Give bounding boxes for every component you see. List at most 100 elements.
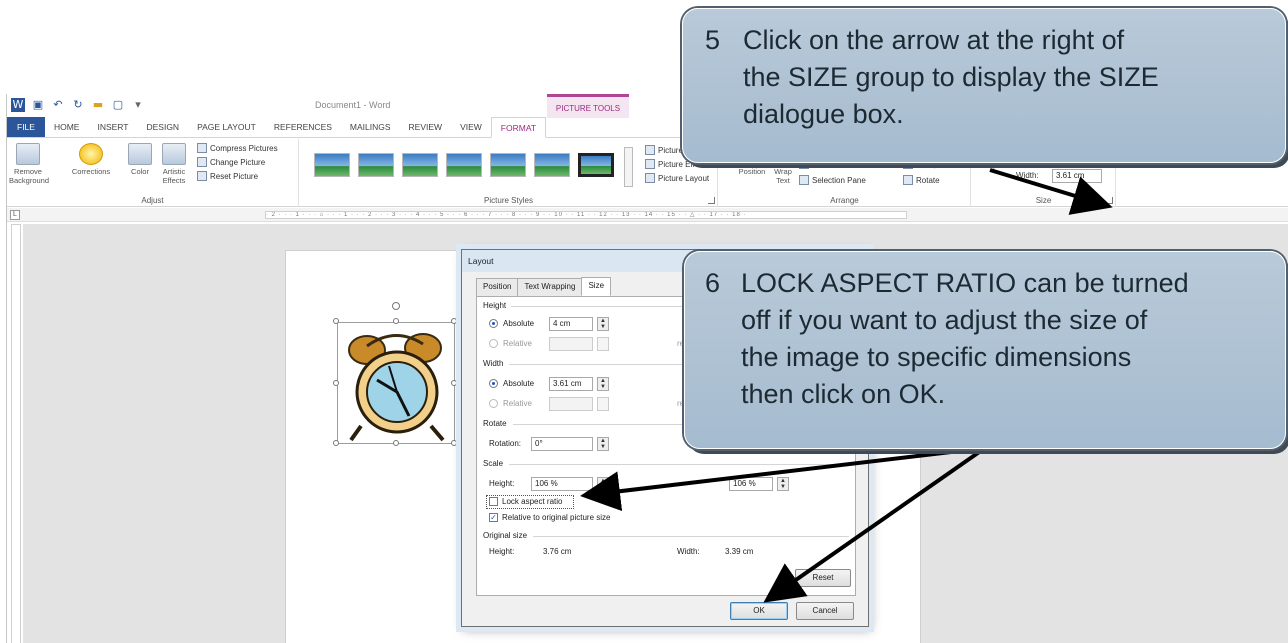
artistic-effects-icon xyxy=(162,143,186,165)
rotate-section-label: Rotate xyxy=(483,419,507,428)
resize-handle-n[interactable] xyxy=(393,318,399,324)
width-section-label: Width xyxy=(483,359,504,368)
height-absolute-spinner[interactable]: ▲ ▼ xyxy=(597,317,609,331)
width-absolute-label: Absolute xyxy=(503,379,535,388)
corrections-label: Corrections xyxy=(71,167,111,176)
save-icon[interactable]: ▣ xyxy=(31,98,45,112)
scale-height-spinner[interactable]: ▲ ▼ xyxy=(597,477,609,491)
picture-layout-button[interactable]: Picture Layout xyxy=(645,173,709,183)
callout-step-5: 5 Click on the arrow at the right of the… xyxy=(682,8,1286,163)
corrections-button[interactable]: Corrections xyxy=(71,143,111,176)
resize-handle-e[interactable] xyxy=(451,380,457,386)
width-absolute-input[interactable]: 3.61 cm xyxy=(549,377,593,391)
width-absolute-spinner[interactable]: ▲ ▼ xyxy=(597,377,609,391)
rotate-label: Rotate xyxy=(916,176,940,185)
scale-height-input[interactable]: 106 % xyxy=(531,477,593,491)
artistic-effects-button[interactable]: Artistic Effects xyxy=(157,143,191,185)
compress-pictures-button[interactable]: Compress Pictures xyxy=(197,143,278,153)
open-icon[interactable]: ▬ xyxy=(91,98,105,112)
styles-gallery-scroll[interactable] xyxy=(624,147,633,187)
resize-handle-w[interactable] xyxy=(333,380,339,386)
ok-button[interactable]: OK xyxy=(730,602,788,620)
tab-position[interactable]: Position xyxy=(476,278,519,297)
callout-step-6-line-2: off if you want to adjust the size of xyxy=(741,305,1148,335)
new-doc-icon[interactable]: ▢ xyxy=(111,98,125,112)
picture-style-6[interactable] xyxy=(534,153,570,177)
reset-picture-button[interactable]: Reset Picture xyxy=(197,171,258,181)
picture-style-4[interactable] xyxy=(446,153,482,177)
height-absolute-radio[interactable] xyxy=(489,319,498,328)
tab-references[interactable]: REFERENCES xyxy=(265,117,341,137)
resize-handle-s[interactable] xyxy=(393,440,399,446)
picture-style-1[interactable] xyxy=(314,153,350,177)
original-width-label: Width: xyxy=(677,547,700,556)
tab-home[interactable]: HOME xyxy=(45,117,89,137)
callout-step-5-text: Click on the arrow at the right of the S… xyxy=(743,22,1159,133)
rotation-input[interactable]: 0° xyxy=(531,437,593,451)
tab-selector-icon[interactable]: L xyxy=(10,210,20,220)
width-relative-spinner[interactable] xyxy=(597,397,609,411)
remove-background-button[interactable]: Remove Background xyxy=(9,143,49,185)
picture-style-2[interactable] xyxy=(358,153,394,177)
callout-step-6-line-1: LOCK ASPECT RATIO can be turned xyxy=(741,268,1189,298)
callout-step-5-line-2: the SIZE group to display the SIZE xyxy=(743,62,1159,92)
quick-access-toolbar: W ▣ ↶ ↻ ▬ ▢ ▾ xyxy=(11,98,145,112)
tab-review[interactable]: REVIEW xyxy=(400,117,452,137)
picture-style-5[interactable] xyxy=(490,153,526,177)
rotate-handle[interactable] xyxy=(392,302,400,310)
callout-step-6: 6 LOCK ASPECT RATIO can be turned off if… xyxy=(684,251,1286,449)
callout-step-6-text: LOCK ASPECT RATIO can be turned off if y… xyxy=(741,265,1189,413)
callout-step-5-line-3: dialogue box. xyxy=(743,99,904,129)
tab-view[interactable]: VIEW xyxy=(451,117,491,137)
resize-handle-ne[interactable] xyxy=(451,318,457,324)
size-dialog-launcher-icon[interactable] xyxy=(1106,197,1113,204)
scale-width-spinner[interactable]: ▲ ▼ xyxy=(777,477,789,491)
tab-text-wrapping[interactable]: Text Wrapping xyxy=(517,278,583,297)
customize-qat-icon[interactable]: ▾ xyxy=(131,98,145,112)
resize-handle-se[interactable] xyxy=(451,440,457,446)
rotate-button[interactable]: Rotate xyxy=(903,175,940,185)
width-relative-radio[interactable] xyxy=(489,399,498,408)
redo-icon[interactable]: ↻ xyxy=(71,98,85,112)
rotation-spinner[interactable]: ▲ ▼ xyxy=(597,437,609,451)
lock-aspect-ratio-checkbox[interactable] xyxy=(489,497,498,506)
cancel-button[interactable]: Cancel xyxy=(796,602,854,620)
tab-file[interactable]: FILE xyxy=(7,117,45,137)
scale-width-input[interactable]: 106 % xyxy=(729,477,773,491)
picture-style-3[interactable] xyxy=(402,153,438,177)
reset-button[interactable]: Reset xyxy=(795,569,851,587)
height-absolute-input[interactable]: 4 cm xyxy=(549,317,593,331)
alarm-clock-image[interactable] xyxy=(333,302,457,446)
relative-original-checkbox[interactable]: ✓ xyxy=(489,513,498,522)
picture-style-7[interactable] xyxy=(578,153,614,177)
tab-page-layout[interactable]: PAGE LAYOUT xyxy=(188,117,265,137)
rotation-label: Rotation: xyxy=(489,439,522,448)
width-relative-input[interactable] xyxy=(549,397,593,411)
resize-handle-nw[interactable] xyxy=(333,318,339,324)
arrange-group-label: Arrange xyxy=(830,196,859,205)
tab-insert[interactable]: INSERT xyxy=(88,117,137,137)
height-relative-input[interactable] xyxy=(549,337,593,351)
height-relative-radio[interactable] xyxy=(489,339,498,348)
tab-size[interactable]: Size xyxy=(581,277,612,296)
undo-icon[interactable]: ↶ xyxy=(51,98,65,112)
vertical-ruler[interactable] xyxy=(11,224,21,643)
tab-mailings[interactable]: MAILINGS xyxy=(341,117,400,137)
width-absolute-radio[interactable] xyxy=(489,379,498,388)
height-relative-spinner[interactable] xyxy=(597,337,609,351)
change-picture-button[interactable]: Change Picture xyxy=(197,157,265,167)
corrections-icon xyxy=(79,143,103,165)
tab-format[interactable]: FORMAT xyxy=(490,117,547,138)
picture-styles-launcher-icon[interactable] xyxy=(708,197,715,204)
position-label: Position xyxy=(738,167,766,176)
word-logo-icon: W xyxy=(11,98,25,112)
resize-handle-sw[interactable] xyxy=(333,440,339,446)
callout-step-6-number: 6 xyxy=(705,268,721,298)
selection-pane-button[interactable]: Selection Pane xyxy=(799,175,866,185)
color-button[interactable]: Color xyxy=(127,143,153,176)
size-group-label: Size xyxy=(1035,196,1052,205)
artistic-effects-label-2: Effects xyxy=(162,176,186,185)
horizontal-ruler[interactable]: · 2 · · · 1 · · · ⌂ · · · 1 · · · 2 · · … xyxy=(265,211,907,219)
width-input[interactable]: 3.61 cm xyxy=(1052,169,1102,183)
tab-design[interactable]: DESIGN xyxy=(137,117,188,137)
